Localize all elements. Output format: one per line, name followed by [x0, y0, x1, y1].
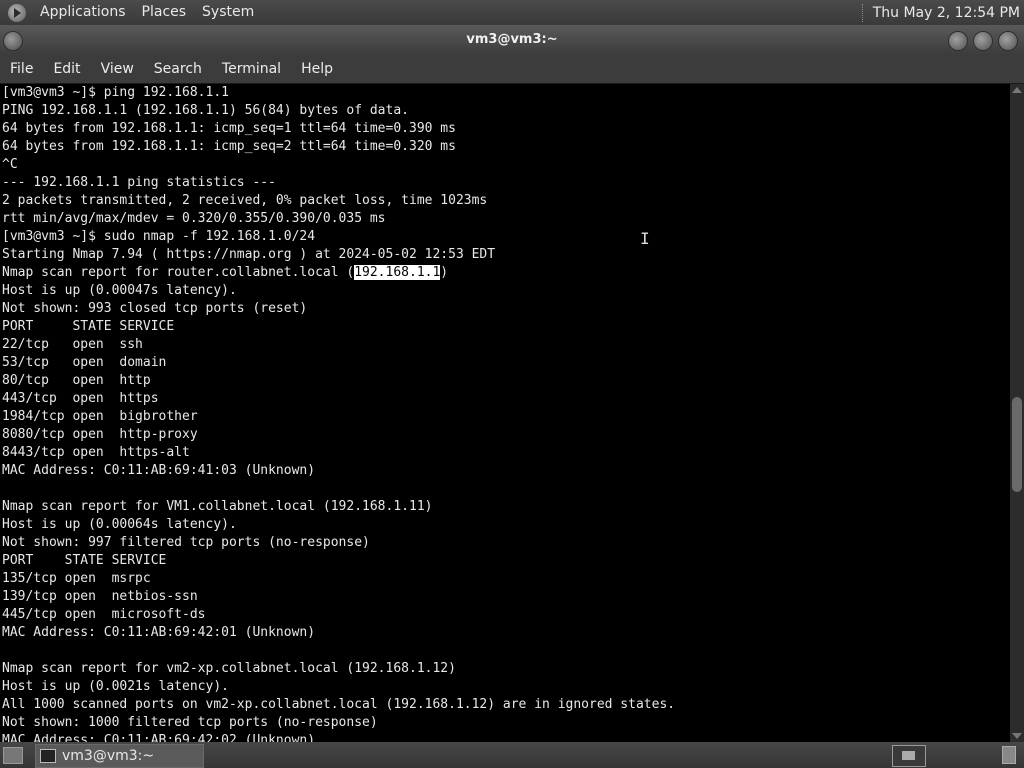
- terminal-line: Starting Nmap 7.94 ( https://nmap.org ) …: [2, 247, 496, 262]
- terminal-scrollbar[interactable]: [1010, 84, 1024, 742]
- terminal-line: Not shown: 993 closed tcp ports (reset): [2, 301, 308, 316]
- scroll-thumb[interactable]: [1012, 397, 1022, 492]
- terminal-line: 64 bytes from 192.168.1.1: icmp_seq=2 tt…: [2, 139, 456, 154]
- terminal-menubar: File Edit View Search Terminal Help: [0, 55, 1024, 83]
- terminal-line: ^C: [2, 157, 18, 172]
- bottom-taskbar: vm3@vm3:~: [0, 742, 1024, 768]
- terminal-line: MAC Address: C0:11:AB:69:42:02 (Unknown): [2, 733, 316, 742]
- terminal-line: 80/tcp open http: [2, 373, 151, 388]
- terminal-line: Nmap scan report for router.collabnet.lo…: [2, 265, 449, 280]
- scroll-up-icon[interactable]: [1012, 87, 1022, 93]
- scroll-down-icon[interactable]: [1012, 733, 1022, 739]
- terminal-line: [vm3@vm3 ~]$ sudo nmap -f 192.168.1.0/24: [2, 229, 316, 244]
- menu-search[interactable]: Search: [144, 55, 212, 83]
- terminal-icon: [40, 749, 56, 763]
- menu-edit[interactable]: Edit: [43, 55, 90, 83]
- system-menu[interactable]: System: [194, 0, 262, 25]
- terminal-line: Not shown: 997 filtered tcp ports (no-re…: [2, 535, 370, 550]
- places-menu[interactable]: Places: [134, 0, 195, 25]
- terminal-line: 445/tcp open microsoft-ds: [2, 607, 206, 622]
- maximize-button[interactable]: [973, 31, 993, 51]
- terminal-line: Host is up (0.00064s latency).: [2, 517, 237, 532]
- window-title: vm3@vm3:~: [466, 32, 558, 47]
- menu-terminal[interactable]: Terminal: [212, 55, 291, 83]
- gnome-foot-icon[interactable]: [8, 3, 26, 22]
- terminal-line: Not shown: 1000 filtered tcp ports (no-r…: [2, 715, 378, 730]
- terminal-line: PORT STATE SERVICE: [2, 319, 175, 334]
- menu-view[interactable]: View: [91, 55, 144, 83]
- window-titlebar[interactable]: vm3@vm3:~: [0, 25, 1024, 55]
- minimize-button[interactable]: [948, 31, 968, 51]
- terminal-line: 64 bytes from 192.168.1.1: icmp_seq=1 tt…: [2, 121, 456, 136]
- terminal-line: 1984/tcp open bigbrother: [2, 409, 198, 424]
- applications-menu[interactable]: Applications: [32, 0, 134, 25]
- terminal-line: All 1000 scanned ports on vm2-xp.collabn…: [2, 697, 676, 712]
- terminal-line: Host is up (0.0021s latency).: [2, 679, 229, 694]
- terminal-line: [vm3@vm3 ~]$ ping 192.168.1.1: [2, 85, 229, 100]
- selected-text: 192.168.1.1: [354, 265, 441, 280]
- terminal-line: rtt min/avg/max/mdev = 0.320/0.355/0.390…: [2, 211, 386, 226]
- terminal-line: Nmap scan report for vm2-xp.collabnet.lo…: [2, 661, 456, 676]
- panel-separator: [861, 3, 865, 22]
- terminal-line: 443/tcp open https: [2, 391, 159, 406]
- terminal-line: MAC Address: C0:11:AB:69:42:01 (Unknown): [2, 625, 316, 640]
- menu-help[interactable]: Help: [291, 55, 343, 83]
- terminal-line: 53/tcp open domain: [2, 355, 167, 370]
- terminal-line: Host is up (0.00047s latency).: [2, 283, 237, 298]
- terminal-line: 135/tcp open msrpc: [2, 571, 151, 586]
- trash-icon[interactable]: [1002, 746, 1016, 764]
- terminal-line: PORT STATE SERVICE: [2, 553, 167, 568]
- terminal-line: 2 packets transmitted, 2 received, 0% pa…: [2, 193, 488, 208]
- terminal-line: 22/tcp open ssh: [2, 337, 143, 352]
- terminal-line: 8443/tcp open https-alt: [2, 445, 190, 460]
- show-desktop-icon[interactable]: [3, 747, 23, 764]
- taskbar-window-button[interactable]: vm3@vm3:~: [35, 744, 204, 768]
- menu-file[interactable]: File: [0, 55, 43, 83]
- clock[interactable]: Thu May 2, 12:54 PM: [873, 5, 1024, 21]
- terminal-line: PING 192.168.1.1 (192.168.1.1) 56(84) by…: [2, 103, 409, 118]
- terminal-output[interactable]: [vm3@vm3 ~]$ ping 192.168.1.1 PING 192.16…: [0, 84, 1010, 742]
- terminal-line: --- 192.168.1.1 ping statistics ---: [2, 175, 276, 190]
- terminal-line: MAC Address: C0:11:AB:69:41:03 (Unknown): [2, 463, 316, 478]
- text-cursor-icon: I: [640, 229, 650, 248]
- top-panel: Applications Places System Thu May 2, 12…: [0, 0, 1024, 25]
- close-button[interactable]: [998, 31, 1018, 51]
- terminal-line: 8080/tcp open http-proxy: [2, 427, 198, 442]
- terminal-line: Nmap scan report for VM1.collabnet.local…: [2, 499, 433, 514]
- workspace-switcher[interactable]: [892, 745, 926, 767]
- terminal-line: 139/tcp open netbios-ssn: [2, 589, 198, 604]
- taskbar-window-label: vm3@vm3:~: [62, 748, 155, 764]
